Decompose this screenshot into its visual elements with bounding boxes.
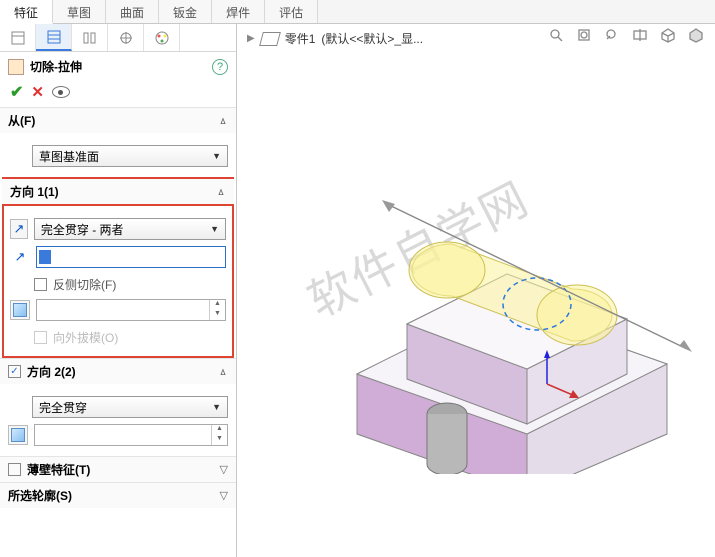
- display-style-button[interactable]: [683, 24, 709, 46]
- cube-icon: [13, 303, 27, 317]
- dir2-draft-angle-spinner[interactable]: ▲▼: [34, 424, 228, 446]
- preview-toggle[interactable]: [52, 86, 70, 98]
- from-plane-dropdown[interactable]: 草图基准面 ▼: [32, 145, 228, 167]
- panel-tab-feature-tree[interactable]: [0, 24, 36, 51]
- part-icon: [259, 32, 281, 46]
- section-dir1-label: 方向 1(1): [10, 183, 216, 200]
- prev-view-button[interactable]: [599, 24, 625, 46]
- panel-tab-dim[interactable]: [108, 24, 144, 51]
- section-dir2-label: 方向 2(2): [27, 363, 218, 380]
- section-from-head[interactable]: 从(F) ㅿ: [0, 107, 236, 133]
- tab-features[interactable]: 特征: [0, 0, 53, 24]
- help-icon[interactable]: ?: [212, 59, 228, 75]
- spin-up[interactable]: ▲: [210, 300, 225, 310]
- chevron-down-icon: ▽: [220, 489, 228, 502]
- feature-title-row: 切除-拉伸 ?: [0, 52, 236, 81]
- direction-vector-icon[interactable]: [10, 247, 30, 267]
- reverse-direction-button[interactable]: [10, 219, 28, 239]
- section-view-button[interactable]: [627, 24, 653, 46]
- cut-extrude-icon: [8, 59, 24, 75]
- chevron-down-icon: ▽: [220, 463, 228, 476]
- chevron-up-icon: ㅿ: [218, 364, 228, 380]
- reverse-cut-label: 反侧切除(F): [53, 276, 116, 293]
- tab-surface[interactable]: 曲面: [106, 0, 159, 23]
- section-thin-head[interactable]: 薄壁特征(T) ▽: [0, 456, 236, 482]
- chevron-down-icon: ▼: [212, 402, 221, 412]
- section-from-label: 从(F): [8, 112, 218, 129]
- panel-tab-config[interactable]: [72, 24, 108, 51]
- section-thin-label: 薄壁特征(T): [27, 461, 220, 478]
- ok-button[interactable]: ✔: [10, 82, 23, 102]
- section-dir1-body: 完全贯穿 - 两者 ▼ 反侧切除(F) ▲▼ 向外: [2, 204, 234, 358]
- section-from-body: 草图基准面 ▼: [0, 133, 236, 177]
- tab-weldments[interactable]: 焊件: [212, 0, 265, 23]
- thin-enable-checkbox[interactable]: [8, 463, 21, 476]
- feature-name: 切除-拉伸: [30, 58, 212, 75]
- zoom-area-button[interactable]: [571, 24, 597, 46]
- chevron-down-icon: ▼: [212, 151, 221, 161]
- draft-angle-spinner[interactable]: ▲▼: [36, 299, 226, 321]
- reverse-cut-row: 反侧切除(F): [10, 276, 226, 293]
- view-orientation-button[interactable]: [655, 24, 681, 46]
- dir2-draft-icon-button[interactable]: [8, 425, 28, 445]
- panel-tab-appearance[interactable]: [144, 24, 180, 51]
- chevron-up-icon: ㅿ: [218, 113, 228, 129]
- section-dir2-body: 完全贯穿 ▼ ▲▼: [0, 384, 236, 456]
- dir2-end-condition-dropdown[interactable]: 完全贯穿 ▼: [32, 396, 228, 418]
- zoom-fit-button[interactable]: [543, 24, 569, 46]
- breadcrumb-arrow-icon[interactable]: ▶: [247, 33, 255, 44]
- chevron-down-icon: ▼: [210, 224, 219, 234]
- dir2-draft-value: [35, 425, 211, 445]
- section-dir1-head[interactable]: 方向 1(1) ㅿ: [2, 177, 234, 204]
- breadcrumb-part[interactable]: 零件1: [285, 30, 316, 47]
- reverse-cut-checkbox[interactable]: [34, 278, 47, 291]
- draft-angle-value: [37, 300, 209, 320]
- dir1-end-condition-value: 完全贯穿 - 两者: [41, 221, 210, 238]
- model-preview: [297, 114, 715, 474]
- dir1-end-condition-dropdown[interactable]: 完全贯穿 - 两者 ▼: [34, 218, 226, 240]
- draft-outward-label: 向外拔模(O): [53, 329, 118, 346]
- spin-up[interactable]: ▲: [212, 425, 227, 435]
- draft-outward-row: 向外拔模(O): [10, 329, 226, 346]
- draft-icon-button[interactable]: [10, 300, 30, 320]
- cube-icon: [11, 428, 25, 442]
- breadcrumb: ▶ 零件1 (默认<<默认>_显...: [247, 30, 423, 47]
- dir2-enable-checkbox[interactable]: ✓: [8, 365, 21, 378]
- selection-chip: [39, 250, 51, 264]
- spin-down[interactable]: ▼: [210, 310, 225, 320]
- section-contours-label: 所选轮廓(S): [8, 487, 220, 504]
- arrow-ne-icon: [15, 249, 26, 265]
- property-panel: 切除-拉伸 ? ✔ ✕ 从(F) ㅿ 草图基准面 ▼ 方向 1(1) ㅿ: [0, 24, 237, 557]
- tab-sketch[interactable]: 草图: [53, 0, 106, 23]
- dir2-end-condition-value: 完全贯穿: [39, 399, 212, 416]
- action-row: ✔ ✕: [0, 81, 236, 107]
- panel-tab-property[interactable]: [36, 24, 72, 51]
- draft-outward-checkbox[interactable]: [34, 331, 47, 344]
- tab-sheetmetal[interactable]: 钣金: [159, 0, 212, 23]
- breadcrumb-trail: (默认<<默认>_显...: [321, 30, 423, 47]
- viewport-toolbar: [543, 24, 709, 46]
- arrow-ne-icon: [13, 221, 24, 237]
- direction-reference-field[interactable]: [36, 246, 226, 268]
- spin-down[interactable]: ▼: [212, 435, 227, 445]
- tab-evaluate[interactable]: 评估: [265, 0, 318, 23]
- property-panel-tabs: [0, 24, 236, 52]
- section-dir2-head[interactable]: ✓ 方向 2(2) ㅿ: [0, 358, 236, 384]
- ribbon-tabs: 特征 草图 曲面 钣金 焊件 评估: [0, 0, 715, 24]
- section-contours-head[interactable]: 所选轮廓(S) ▽: [0, 482, 236, 508]
- chevron-up-icon: ㅿ: [216, 184, 226, 200]
- from-plane-value: 草图基准面: [39, 148, 212, 165]
- cancel-button[interactable]: ✕: [31, 83, 44, 101]
- graphics-viewport[interactable]: ▶ 零件1 (默认<<默认>_显... 软件自学网: [237, 24, 715, 557]
